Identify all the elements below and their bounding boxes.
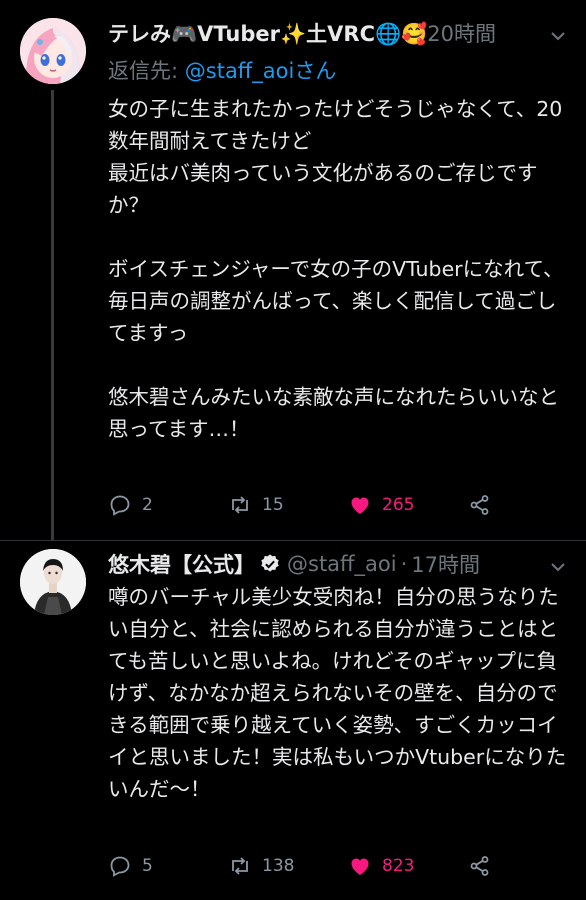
reply-count: 2 xyxy=(142,495,153,515)
heart-icon xyxy=(351,858,369,875)
chevron-down-icon[interactable] xyxy=(548,557,568,577)
tweet-telemi[interactable]: テレみ🎮VTuber✨土VRC🌐🥰 20時間 返信先: @staff_aoiさん… xyxy=(0,0,586,540)
tweet-header: テレみ🎮VTuber✨土VRC🌐🥰 20時間 xyxy=(108,16,496,50)
retweet-count: 138 xyxy=(262,856,295,876)
user-handle[interactable]: @staff_aoi xyxy=(287,552,397,576)
tweet-time[interactable]: 17時間 xyxy=(411,549,480,579)
like-button[interactable]: 265 xyxy=(348,490,414,520)
tweet-actions: 2 15 265 xyxy=(108,490,508,520)
thread-line xyxy=(51,90,54,540)
like-count: 265 xyxy=(382,495,415,515)
tweet-text: 女の子に生まれたかったけどそうじゃなくて、20数年間耐えてきたけど 最近はバ美肉… xyxy=(108,97,564,441)
like-count: 823 xyxy=(382,856,415,876)
avatar-staff-aoi[interactable] xyxy=(20,549,86,615)
retweet-icon xyxy=(232,496,248,514)
retweet-button[interactable]: 15 xyxy=(228,490,284,520)
verified-badge-icon xyxy=(261,554,279,572)
display-name[interactable]: テレみ🎮VTuber✨土VRC🌐🥰 xyxy=(108,18,427,48)
avatar-telemi[interactable] xyxy=(20,18,86,84)
reply-icon xyxy=(110,495,130,516)
reply-count: 5 xyxy=(142,856,153,876)
reply-button[interactable]: 5 xyxy=(108,851,153,881)
tweet-time[interactable]: 20時間 xyxy=(427,18,496,48)
tweet-text: 噂のバーチャル美少女受肉ね！自分の思うなりたい自分と、社会に認められる自分が違う… xyxy=(108,585,567,801)
tweet-actions: 5 138 823 xyxy=(108,851,508,881)
heart-icon xyxy=(351,497,369,514)
share-button[interactable] xyxy=(468,851,502,881)
reply-button[interactable]: 2 xyxy=(108,490,153,520)
share-icon xyxy=(470,856,489,876)
tweet-header: 悠木碧【公式】 @staff_aoi · 17時間 xyxy=(108,547,480,581)
display-name[interactable]: 悠木碧【公式】 xyxy=(108,549,255,579)
replying-prefix: 返信先: xyxy=(108,59,185,83)
replying-handle-link[interactable]: @staff_aoiさん xyxy=(185,59,337,83)
replying-to: 返信先: @staff_aoiさん xyxy=(108,55,336,85)
tweet-staff-aoi[interactable]: 悠木碧【公式】 @staff_aoi · 17時間 噂のバーチャル美少女受肉ね！… xyxy=(0,541,586,900)
meta-separator: · xyxy=(400,552,408,576)
share-icon xyxy=(470,495,489,515)
retweet-icon xyxy=(232,857,248,875)
retweet-button[interactable]: 138 xyxy=(228,851,294,881)
chevron-down-icon[interactable] xyxy=(548,26,568,46)
reply-icon xyxy=(110,856,130,877)
share-button[interactable] xyxy=(468,490,502,520)
retweet-count: 15 xyxy=(262,495,284,515)
like-button[interactable]: 823 xyxy=(348,851,414,881)
